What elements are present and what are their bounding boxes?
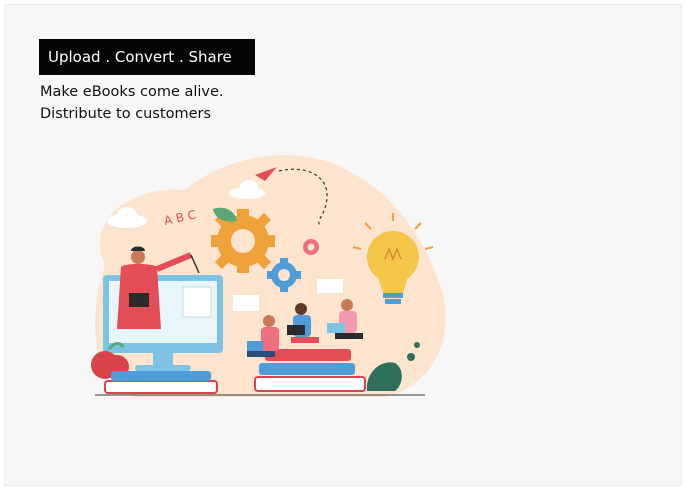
banner-frame: Upload . Convert . Share Make eBooks com…	[4, 4, 682, 486]
subtitle: Make eBooks come alive. Distribute to cu…	[40, 81, 224, 125]
chat-bubble	[317, 279, 343, 293]
chat-bubble	[233, 295, 259, 311]
subtitle-line-2: Distribute to customers	[40, 106, 212, 122]
elearning-illustration: A B C	[91, 155, 446, 397]
subtitle-line-1: Make eBooks come alive.	[40, 84, 224, 100]
tagline-label: Upload . Convert . Share	[39, 39, 255, 75]
gear-icon	[303, 239, 319, 255]
